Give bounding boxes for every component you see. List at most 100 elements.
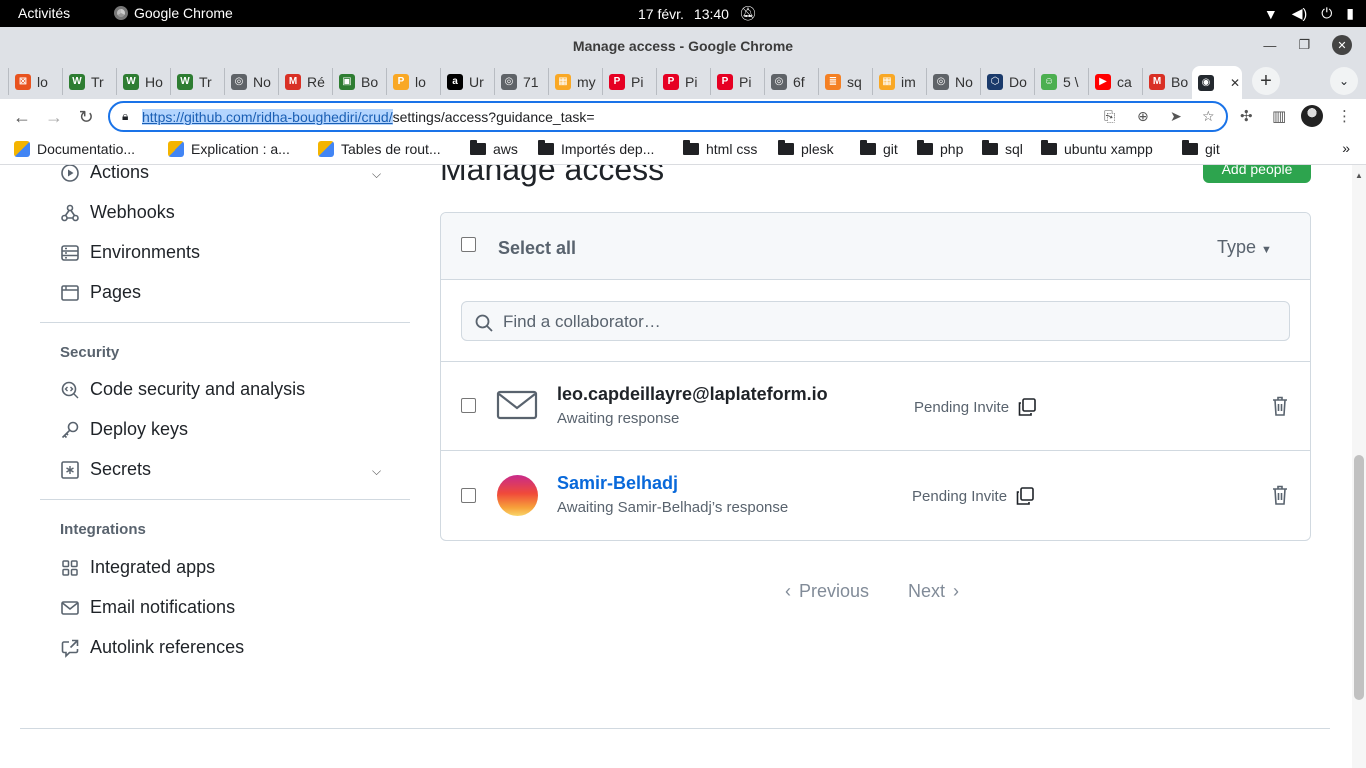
folder-icon xyxy=(538,140,554,155)
address-bar[interactable]: 🔒︎ https://github.com/ridha-boughediri/c… xyxy=(108,101,1228,132)
sidebar-item-deploy-keys[interactable]: Deploy keys xyxy=(60,419,188,440)
collaborator-name-link[interactable]: Samir-Belhadj xyxy=(557,473,678,494)
trash-icon[interactable] xyxy=(1270,395,1290,417)
translate-icon[interactable]: ⎘ xyxy=(1104,108,1115,125)
tab[interactable]: P Pi xyxy=(656,68,710,95)
close-tab-icon[interactable]: ✕ xyxy=(1230,76,1240,90)
sidebar-item-environments[interactable]: Environments xyxy=(60,242,200,263)
tab[interactable]: ≣ sq xyxy=(818,68,872,95)
previous-page-button[interactable]: ‹ Previous xyxy=(785,581,869,602)
type-filter-dropdown[interactable]: Type ▼ xyxy=(1217,237,1272,258)
close-window-icon[interactable]: ✕ xyxy=(1332,35,1352,55)
sidebar-item-email-notifications[interactable]: Email notifications xyxy=(60,597,235,618)
menu-kebab-icon[interactable]: ⋮ xyxy=(1337,107,1352,125)
bookmark-item[interactable]: sql xyxy=(982,140,1023,157)
select-all-checkbox[interactable] xyxy=(461,237,476,252)
tab[interactable]: ◎ 71 xyxy=(494,68,548,95)
extensions-icon[interactable]: ✣ xyxy=(1240,107,1253,125)
sidebar-item-code-security[interactable]: Code security and analysis xyxy=(60,379,305,400)
sidebar-item-pages[interactable]: Pages xyxy=(60,282,141,303)
copy-icon[interactable] xyxy=(1017,397,1037,417)
app-menu[interactable]: Google Chrome xyxy=(114,5,233,21)
side-panel-icon[interactable]: ▥ xyxy=(1272,107,1286,125)
tab[interactable]: ◎ No xyxy=(926,68,980,95)
tab[interactable]: ☺ 5 \ xyxy=(1034,68,1088,95)
minimize-icon[interactable]: — xyxy=(1263,38,1276,53)
bookmark-star-icon[interactable]: ☆ xyxy=(1202,108,1215,125)
bookmark-item[interactable]: html css xyxy=(683,140,758,157)
back-icon[interactable]: ← xyxy=(10,105,34,129)
page-content: Actions ⌵ Webhooks Environments Pages Se… xyxy=(0,165,1352,768)
tab-search-button[interactable]: ⌄ xyxy=(1330,67,1358,95)
tab[interactable]: Plo xyxy=(386,68,440,95)
sidebar-item-secrets[interactable]: Secrets xyxy=(60,459,151,480)
copy-icon[interactable] xyxy=(1015,486,1035,506)
sidebar-item-webhooks[interactable]: Webhooks xyxy=(60,202,175,223)
avatar[interactable] xyxy=(497,475,538,516)
tab-strip: ⊠ lo W Tr W Ho W Tr ◎ No M Ré ▣ Bo Plo a Ur ◎ 71 ▦ my P Pi P Pi P… xyxy=(0,63,1366,99)
bookmark-item[interactable]: aws xyxy=(470,140,518,157)
chevron-down-icon[interactable]: ⌵ xyxy=(372,464,381,479)
tab-label: Ur xyxy=(469,73,484,90)
lock-icon[interactable]: 🔒︎ xyxy=(122,109,128,124)
row-checkbox[interactable] xyxy=(461,488,476,503)
tab[interactable]: M Bo xyxy=(1142,68,1196,95)
server-icon xyxy=(61,244,79,261)
profile-avatar[interactable] xyxy=(1301,105,1323,127)
bookmark-item[interactable]: plesk xyxy=(778,140,834,157)
date: 17 févr. xyxy=(638,5,684,22)
sidebar-item-actions[interactable]: Actions xyxy=(60,165,149,183)
tab[interactable]: ◎ No xyxy=(224,68,278,95)
tab[interactable]: M Ré xyxy=(278,68,332,95)
tab[interactable]: ◉ ✕ xyxy=(1192,66,1242,99)
clock[interactable]: 17 févr. 13:40 🔕︎ xyxy=(638,5,757,22)
url-text[interactable]: https://github.com/ridha-boughediri/crud… xyxy=(142,109,595,125)
sidebar-item-integrated-apps[interactable]: Integrated apps xyxy=(60,557,215,578)
bookmark-label: html css xyxy=(706,141,758,157)
scrollbar-thumb[interactable] xyxy=(1354,455,1364,700)
maximize-icon[interactable]: ❐ xyxy=(1298,37,1310,53)
bookmark-item[interactable]: git xyxy=(1182,140,1220,157)
folder-icon xyxy=(1041,140,1057,155)
activities-button[interactable]: Activités xyxy=(18,5,70,21)
bookmark-item[interactable]: ubuntu xampp xyxy=(1041,140,1153,157)
bookmark-item[interactable]: git xyxy=(860,140,898,157)
system-tray[interactable]: ▼ ◀) ⏻ ▮ xyxy=(1264,5,1354,22)
tab[interactable]: W Ho xyxy=(116,68,170,95)
tab-label: sq xyxy=(847,73,862,90)
collaborator-search[interactable]: Find a collaborator… xyxy=(461,301,1290,341)
tab[interactable]: ⬡ Do xyxy=(980,68,1034,95)
tab-label: No xyxy=(955,73,973,90)
tab[interactable]: ▦ im xyxy=(872,68,926,95)
scroll-up-arrow-icon[interactable]: ▲ xyxy=(1355,171,1363,180)
tab[interactable]: P Pi xyxy=(710,68,764,95)
chevron-down-icon[interactable]: ⌵ xyxy=(372,167,381,182)
browser-toolbar: ← → ↻ 🔒︎ https://github.com/ridha-boughe… xyxy=(0,99,1366,135)
trash-icon[interactable] xyxy=(1270,484,1290,506)
tab[interactable]: W Tr xyxy=(170,68,224,95)
add-people-button[interactable]: Add people xyxy=(1203,165,1311,183)
tab[interactable]: P Pi xyxy=(602,68,656,95)
send-icon[interactable]: ➤ xyxy=(1170,108,1182,125)
sidebar-item-autolink-references[interactable]: Autolink references xyxy=(60,637,244,658)
bookmark-item[interactable]: Documentatio... xyxy=(14,141,135,157)
next-page-button[interactable]: Next › xyxy=(908,581,959,602)
tab[interactable]: W Tr xyxy=(62,68,116,95)
tab[interactable]: ▶ ca xyxy=(1088,68,1142,95)
tab[interactable]: ▣ Bo xyxy=(332,68,386,95)
bookmark-item[interactable]: Importés dep... xyxy=(538,140,654,157)
more-bookmarks-icon[interactable]: » xyxy=(1342,140,1350,156)
tab[interactable]: ◎ 6f xyxy=(764,68,818,95)
bookmark-item[interactable]: php xyxy=(917,140,963,157)
forward-icon[interactable]: → xyxy=(42,105,66,129)
tab[interactable]: ⊠ lo xyxy=(8,68,62,95)
new-tab-button[interactable]: + xyxy=(1252,67,1280,95)
reload-icon[interactable]: ↻ xyxy=(74,105,98,129)
tab[interactable]: a Ur xyxy=(440,68,494,95)
bookmark-item[interactable]: Tables de rout... xyxy=(318,141,441,157)
bookmark-item[interactable]: Explication : a... xyxy=(168,141,290,157)
zoom-icon[interactable]: ⊕ xyxy=(1137,108,1149,125)
row-checkbox[interactable] xyxy=(461,398,476,413)
page-scrollbar[interactable]: ▲ xyxy=(1352,165,1366,768)
tab[interactable]: ▦ my xyxy=(548,68,602,95)
